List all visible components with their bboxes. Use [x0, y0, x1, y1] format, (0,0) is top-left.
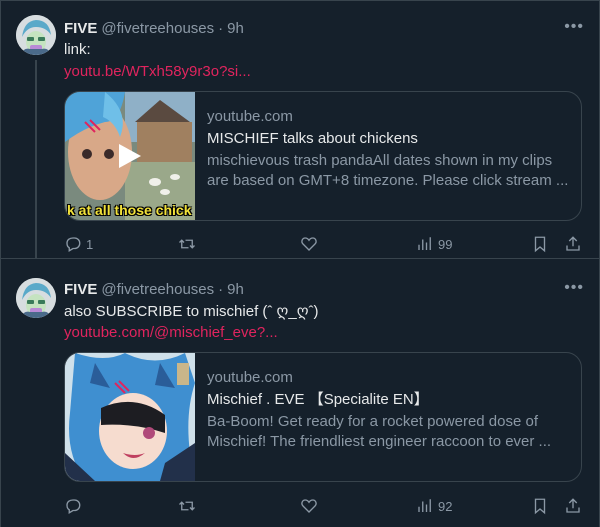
like-button[interactable] — [300, 497, 318, 515]
like-icon — [301, 499, 317, 513]
retweet-button[interactable] — [178, 235, 196, 253]
tweet-link[interactable]: youtu.be/WTxh58y9r3o?si... — [64, 62, 584, 82]
author-name[interactable]: FIVE — [64, 281, 97, 298]
avatar[interactable] — [16, 278, 56, 318]
thumbnail-caption: k at all those chick — [67, 202, 192, 218]
views-icon — [418, 499, 431, 512]
separator-dot: · — [218, 19, 224, 37]
tweet-header: FIVE @fivetreehouses · 9h ••• — [64, 279, 584, 299]
retweet-icon — [179, 501, 195, 511]
tweet-text: link: — [64, 41, 91, 58]
views-count: 92 — [438, 498, 453, 514]
bookmark-button[interactable] — [531, 497, 549, 515]
card-body: youtube.com Mischief . EVE 【Specialite E… — [195, 353, 581, 481]
reply-count: 1 — [86, 236, 94, 252]
card-body: youtube.com MISCHIEF talks about chicken… — [195, 92, 581, 220]
share-icon — [566, 498, 580, 513]
tweet-actions: 92 — [64, 496, 584, 516]
bookmark-icon — [534, 498, 546, 515]
card-domain: youtube.com — [207, 369, 293, 386]
tweet[interactable]: FIVE @fivetreehouses · 9h ••• also SUBSC… — [0, 258, 600, 527]
avatar-image — [16, 15, 56, 55]
reply-icon — [66, 499, 81, 514]
author-handle[interactable]: @fivetreehouses — [101, 281, 214, 298]
tweet-text: also SUBSCRIBE to mischief (ˆ ღ_ღˆ) — [64, 303, 319, 320]
channel-thumbnail-image — [65, 353, 195, 481]
tweet[interactable]: FIVE @fivetreehouses · 9h ••• link: yout… — [0, 0, 600, 258]
timestamp[interactable]: 9h — [227, 20, 244, 37]
tweet-link[interactable]: youtube.com/@mischief_eve?... — [64, 323, 584, 343]
reply-button[interactable] — [64, 497, 82, 515]
card-thumbnail — [65, 353, 195, 481]
tweet-header: FIVE @fivetreehouses · 9h ••• — [64, 18, 584, 38]
link-preview-card[interactable]: youtube.com Mischief . EVE 【Specialite E… — [64, 352, 582, 482]
more-icon[interactable]: ••• — [564, 279, 584, 297]
timestamp[interactable]: 9h — [227, 281, 244, 298]
more-icon[interactable]: ••• — [564, 18, 584, 36]
retweet-button[interactable] — [178, 497, 196, 515]
like-icon — [301, 237, 317, 251]
card-domain: youtube.com — [207, 108, 293, 125]
tweet-actions: 1 99 — [64, 234, 584, 254]
reply-button[interactable]: 1 — [64, 235, 93, 253]
share-button[interactable] — [564, 497, 582, 515]
author-name[interactable]: FIVE — [64, 20, 97, 37]
card-title: Mischief . EVE 【Specialite EN】 — [207, 391, 429, 408]
thread-line — [35, 60, 37, 258]
views-count: 99 — [438, 236, 453, 252]
views-button[interactable]: 99 — [416, 235, 452, 253]
card-description: mischievous trash pandaAll dates shown i… — [207, 152, 553, 169]
link-preview-card[interactable]: k at all those chick youtube.com MISCHIE… — [64, 91, 582, 221]
separator-dot: · — [218, 280, 224, 298]
retweet-icon — [179, 239, 195, 249]
views-icon — [418, 237, 431, 250]
card-description: Ba-Boom! Get ready for a rocket powered … — [207, 413, 539, 430]
views-button[interactable]: 92 — [416, 497, 452, 515]
card-description: Mischief! The friendliest engineer racco… — [207, 433, 552, 450]
card-thumbnail: k at all those chick — [65, 92, 195, 220]
reply-icon — [66, 237, 81, 252]
author-handle[interactable]: @fivetreehouses — [101, 20, 214, 37]
bookmark-icon — [534, 236, 546, 253]
avatar-image — [16, 278, 56, 318]
card-description: are based on GMT+8 timezone. Please clic… — [207, 172, 569, 189]
play-icon[interactable] — [117, 142, 143, 170]
avatar[interactable] — [16, 15, 56, 55]
card-title: MISCHIEF talks about chickens — [207, 130, 418, 147]
like-button[interactable] — [300, 235, 318, 253]
share-icon — [566, 236, 580, 251]
bookmark-button[interactable] — [531, 235, 549, 253]
share-button[interactable] — [564, 235, 582, 253]
